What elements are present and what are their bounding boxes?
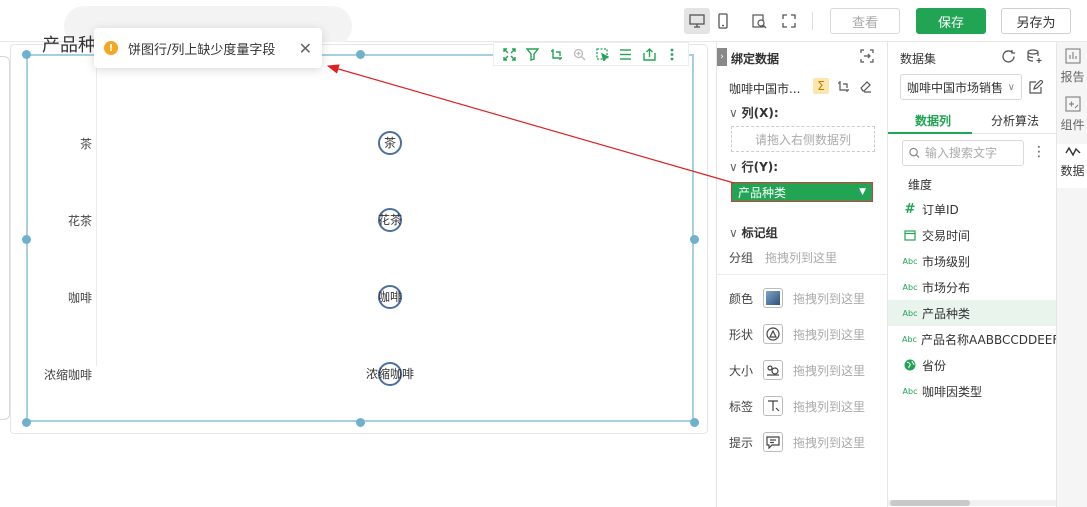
group-drop-zone[interactable]: 分组 拖拽列到这里 xyxy=(729,249,837,266)
field-item[interactable]: Abc 产品名称AABBCCDDEEFF xyxy=(888,326,1056,352)
chevron-down-icon: ∨ xyxy=(1007,81,1015,93)
rows-section-title[interactable]: ∨ 行(Y): xyxy=(729,158,778,175)
size-icon[interactable] xyxy=(763,360,783,380)
collapse-panel-icon[interactable]: › xyxy=(717,48,727,66)
marks-section-title[interactable]: ∨ 标记组 xyxy=(729,224,778,241)
tooltip-icon[interactable] xyxy=(763,432,783,452)
row-field-pill[interactable]: 产品种类 ▼ xyxy=(731,182,873,202)
data-label: 浓缩咖啡 xyxy=(366,366,414,381)
field-item[interactable]: 省份 xyxy=(888,352,1056,378)
field-item[interactable]: Abc 咖啡因类型 xyxy=(888,378,1056,404)
dataset-panel: 数据集 咖啡中国市场销售 ∨ 数据列 分析算法 ⋮ 维度 #订单ID交易时间Ab… xyxy=(888,42,1056,507)
refresh-icon[interactable] xyxy=(1000,48,1016,64)
search-input[interactable] xyxy=(925,146,1017,160)
columns-section-title[interactable]: ∨ 列(X): xyxy=(729,104,779,121)
active-tab-indicator xyxy=(888,132,972,134)
eraser-icon[interactable] xyxy=(857,78,873,94)
field-item[interactable]: 交易时间 xyxy=(888,222,1056,248)
dimension-label: 维度 xyxy=(908,178,933,192)
text-type-icon: Abc xyxy=(902,334,917,344)
dataset-select[interactable]: 咖啡中国市场销售 ∨ xyxy=(900,74,1022,100)
more-vertical-icon[interactable]: ⋮ xyxy=(1032,144,1046,160)
bound-dataset-name: 咖啡中国市... xyxy=(729,82,801,96)
data-label: 茶 xyxy=(384,135,396,150)
globe-icon xyxy=(902,359,918,371)
field-item[interactable]: Abc 市场分布 xyxy=(888,274,1056,300)
text-type-icon: Abc xyxy=(902,308,918,318)
label-icon[interactable] xyxy=(763,396,783,416)
switch-binding-icon[interactable] xyxy=(859,48,875,64)
rail-item-data[interactable]: 数据 xyxy=(1057,144,1087,188)
chevron-down-icon: ∨ xyxy=(729,226,742,240)
mark-color-row[interactable]: 颜色 拖拽列到这里 xyxy=(729,287,885,309)
caret-down-icon[interactable]: ▼ xyxy=(859,187,866,197)
swap-axes-icon[interactable] xyxy=(835,78,851,94)
hash-icon: # xyxy=(904,201,916,217)
chevron-down-icon: ∨ xyxy=(729,106,742,120)
mark-shape-row[interactable]: 形状 拖拽列到这里 xyxy=(729,323,885,345)
binding-title: 绑定数据 xyxy=(731,52,780,66)
marks-divider xyxy=(717,274,887,275)
warning-icon: ! xyxy=(104,41,118,55)
tab-analysis-algorithms[interactable]: 分析算法 xyxy=(991,112,1039,129)
data-wave-icon xyxy=(1064,146,1080,157)
rail-item-component[interactable]: 组件 xyxy=(1057,96,1087,140)
data-label: 咖啡 xyxy=(378,289,402,304)
binding-panel: › 绑定数据 咖啡中国市... Σ ∨ 列(X): 请拖入右侧数据列 ∨ 行(Y… xyxy=(716,42,888,507)
chevron-down-icon: ∨ xyxy=(729,160,742,174)
text-type-icon: Abc xyxy=(902,256,918,266)
shape-icon[interactable] xyxy=(763,324,783,344)
text-type-icon: Abc xyxy=(902,282,918,292)
field-item[interactable]: # 订单ID xyxy=(888,196,1056,222)
mark-size-row[interactable]: 大小 拖拽列到这里 xyxy=(729,359,885,381)
warning-toast: ! 饼图行/列上缺少度量字段 ✕ xyxy=(94,28,322,68)
tab-data-columns[interactable]: 数据列 xyxy=(915,112,951,129)
search-icon xyxy=(909,147,920,159)
report-icon xyxy=(1064,48,1081,64)
field-item[interactable]: Abc 产品种类 xyxy=(888,300,1056,326)
field-search-box[interactable] xyxy=(902,140,1024,166)
calendar-icon xyxy=(902,229,918,241)
field-item[interactable]: Abc 市场级别 xyxy=(888,248,1056,274)
right-rail: 报告 组件 数据 xyxy=(1056,42,1087,507)
toast-message: 饼图行/列上缺少度量字段 xyxy=(128,42,276,58)
data-label: 花茶 xyxy=(378,212,402,227)
mark-tooltip-row[interactable]: 提示 拖拽列到这里 xyxy=(729,431,885,453)
text-type-icon: Abc xyxy=(902,386,918,396)
edit-dataset-icon[interactable] xyxy=(1028,79,1044,95)
close-icon[interactable]: ✕ xyxy=(299,39,312,58)
mark-label-row[interactable]: 标签 拖拽列到这里 xyxy=(729,395,885,417)
scrollbar-thumb[interactable] xyxy=(890,500,970,506)
dataset-title: 数据集 xyxy=(900,52,937,66)
add-dataset-icon[interactable] xyxy=(1026,48,1042,64)
component-icon xyxy=(1064,96,1081,112)
row-field-label: 产品种类 xyxy=(738,185,787,200)
rail-item-report[interactable]: 报告 xyxy=(1057,48,1087,92)
dataset-tabs: 数据列 分析算法 xyxy=(888,106,1056,134)
columns-drop-zone[interactable]: 请拖入右侧数据列 xyxy=(731,126,875,152)
color-icon[interactable] xyxy=(763,288,783,308)
sigma-icon[interactable]: Σ xyxy=(813,78,829,94)
